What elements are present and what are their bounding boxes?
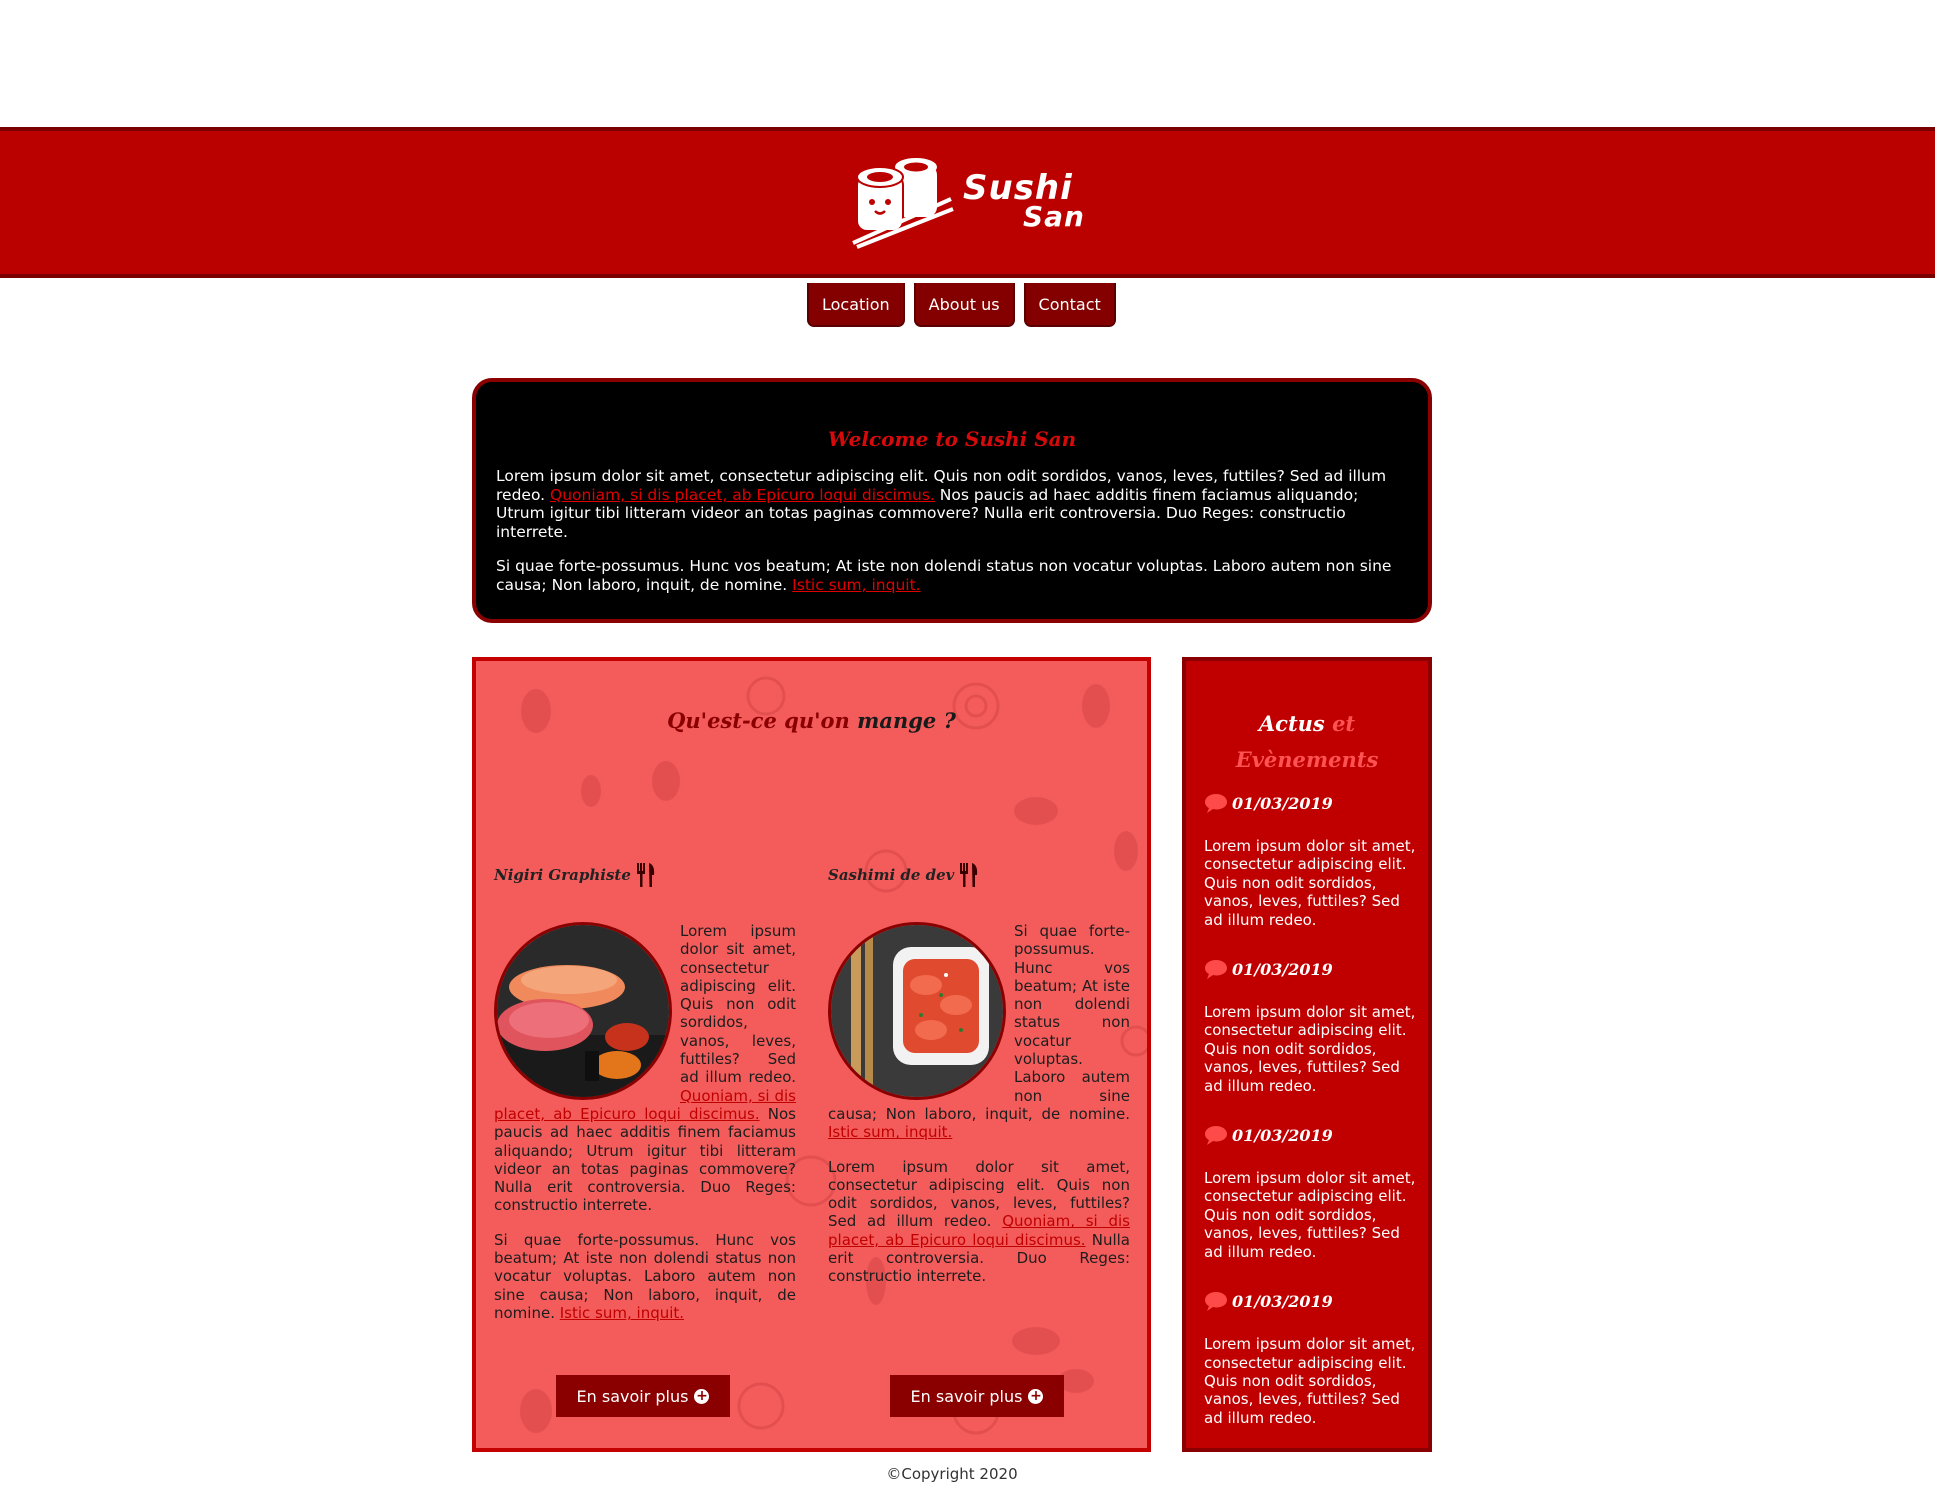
sushi-roll-icon bbox=[852, 158, 954, 249]
menu-section: Qu'est-ce qu'on mange ? Nigiri Graphiste… bbox=[472, 657, 1151, 1452]
menu-item-name: Sashimi de dev bbox=[828, 866, 955, 884]
news-text: Lorem ipsum dolor sit amet, consectetur … bbox=[1204, 1169, 1416, 1261]
learn-more-button-nigiri[interactable]: En savoir plus + bbox=[556, 1375, 730, 1417]
button-label: En savoir plus bbox=[576, 1386, 689, 1406]
menu-item-link[interactable]: Istic sum, inquit. bbox=[560, 1304, 684, 1322]
news-date-text: 01/03/2019 bbox=[1232, 1291, 1333, 1311]
nav-about-us[interactable]: About us bbox=[913, 283, 1015, 327]
news-title-part1: Actus bbox=[1258, 711, 1325, 736]
menu-item-nigiri: Nigiri Graphiste Lorem ipsum dolor sit a… bbox=[494, 861, 796, 1338]
brand-line2: San bbox=[1023, 200, 1085, 233]
menu-item-sashimi: Sashimi de dev Si quae forte-possumus. H… bbox=[828, 861, 1130, 1302]
news-title-part3: Evènements bbox=[1235, 747, 1379, 772]
news-list: 01/03/2019 Lorem ipsum dolor sit amet, c… bbox=[1204, 791, 1416, 1455]
description-text: Lorem ipsum dolor sit amet, consectetur … bbox=[680, 922, 796, 1087]
news-text: Lorem ipsum dolor sit amet, consectetur … bbox=[1204, 837, 1416, 929]
news-sidebar: Actus et Evènements 01/03/2019 Lorem ipsu… bbox=[1182, 657, 1432, 1452]
news-date: 01/03/2019 bbox=[1204, 957, 1416, 981]
menu-title-part1: Qu'est-ce qu'on bbox=[667, 708, 850, 733]
speech-bubble-icon bbox=[1205, 794, 1227, 813]
news-date-text: 01/03/2019 bbox=[1232, 959, 1333, 979]
menu-item-description: Si quae forte-possumus. Hunc vos beatum;… bbox=[494, 1231, 796, 1322]
plus-circle-icon: + bbox=[1028, 1387, 1044, 1404]
speech-bubble-icon bbox=[1205, 1126, 1227, 1146]
brand-name: Sushi San bbox=[960, 168, 1090, 238]
news-title-part2: et bbox=[1332, 711, 1356, 736]
menu-item-link[interactable]: Quoniam, si dis placet, ab Epicuro loqui… bbox=[494, 1087, 796, 1123]
welcome-paragraph-2: Si quae forte-possumus. Hunc vos beatum;… bbox=[496, 557, 1408, 594]
news-title: Actus et Evènements bbox=[1186, 706, 1428, 778]
news-item[interactable]: 01/03/2019 Lorem ipsum dolor sit amet, c… bbox=[1204, 1123, 1416, 1261]
news-item[interactable]: 01/03/2019 Lorem ipsum dolor sit amet, c… bbox=[1204, 791, 1416, 929]
menu-item-description: Lorem ipsum dolor sit amet, consectetur … bbox=[828, 1158, 1130, 1286]
news-date: 01/03/2019 bbox=[1204, 1289, 1416, 1313]
speech-bubble-icon bbox=[1205, 960, 1227, 980]
footer-copyright: ©Copyright 2020 bbox=[886, 1465, 1018, 1483]
fork-knife-icon bbox=[636, 863, 655, 887]
menu-item-title: Sashimi de dev bbox=[828, 861, 1130, 889]
news-date-text: 01/03/2019 bbox=[1232, 1125, 1333, 1145]
news-item[interactable]: 01/03/2019 Lorem ipsum dolor sit amet, c… bbox=[1204, 957, 1416, 1095]
welcome-paragraph-1: Lorem ipsum dolor sit amet, consectetur … bbox=[496, 467, 1408, 541]
news-text: Lorem ipsum dolor sit amet, consectetur … bbox=[1204, 1003, 1416, 1095]
menu-title-part2: mange ? bbox=[857, 708, 956, 733]
plus-circle-icon: + bbox=[694, 1387, 710, 1404]
news-text: Lorem ipsum dolor sit amet, consectetur … bbox=[1204, 1335, 1416, 1427]
welcome-link-1[interactable]: Quoniam, si dis placet, ab Epicuro loqui… bbox=[550, 486, 935, 504]
nigiri-photo bbox=[494, 922, 672, 1100]
menu-item-link[interactable]: Istic sum, inquit. bbox=[828, 1123, 952, 1141]
nav-location[interactable]: Location bbox=[807, 283, 905, 327]
menu-item-title: Nigiri Graphiste bbox=[494, 861, 796, 889]
button-label: En savoir plus bbox=[910, 1386, 1023, 1406]
fork-knife-icon bbox=[960, 863, 978, 887]
nav-contact[interactable]: Contact bbox=[1023, 283, 1116, 327]
news-item[interactable]: 01/03/2019 Lorem ipsum dolor sit amet, c… bbox=[1204, 1289, 1416, 1427]
sashimi-photo bbox=[828, 922, 1006, 1100]
news-date: 01/03/2019 bbox=[1204, 1123, 1416, 1147]
welcome-section: Welcome to Sushi San Lorem ipsum dolor s… bbox=[472, 378, 1432, 623]
welcome-link-2[interactable]: Istic sum, inquit. bbox=[792, 576, 920, 594]
welcome-title: Welcome to Sushi San bbox=[827, 427, 1077, 451]
learn-more-button-sashimi[interactable]: En savoir plus + bbox=[890, 1375, 1064, 1417]
menu-title: Qu'est-ce qu'on mange ? bbox=[476, 708, 1147, 733]
welcome-text: Si quae forte-possumus. Hunc vos beatum;… bbox=[496, 557, 1392, 594]
news-date: 01/03/2019 bbox=[1204, 791, 1416, 815]
news-date-text: 01/03/2019 bbox=[1232, 793, 1333, 813]
menu-item-name: Nigiri Graphiste bbox=[494, 866, 631, 884]
main-nav: Location About us Contact bbox=[807, 283, 1116, 327]
speech-bubble-icon bbox=[1205, 1292, 1227, 1312]
